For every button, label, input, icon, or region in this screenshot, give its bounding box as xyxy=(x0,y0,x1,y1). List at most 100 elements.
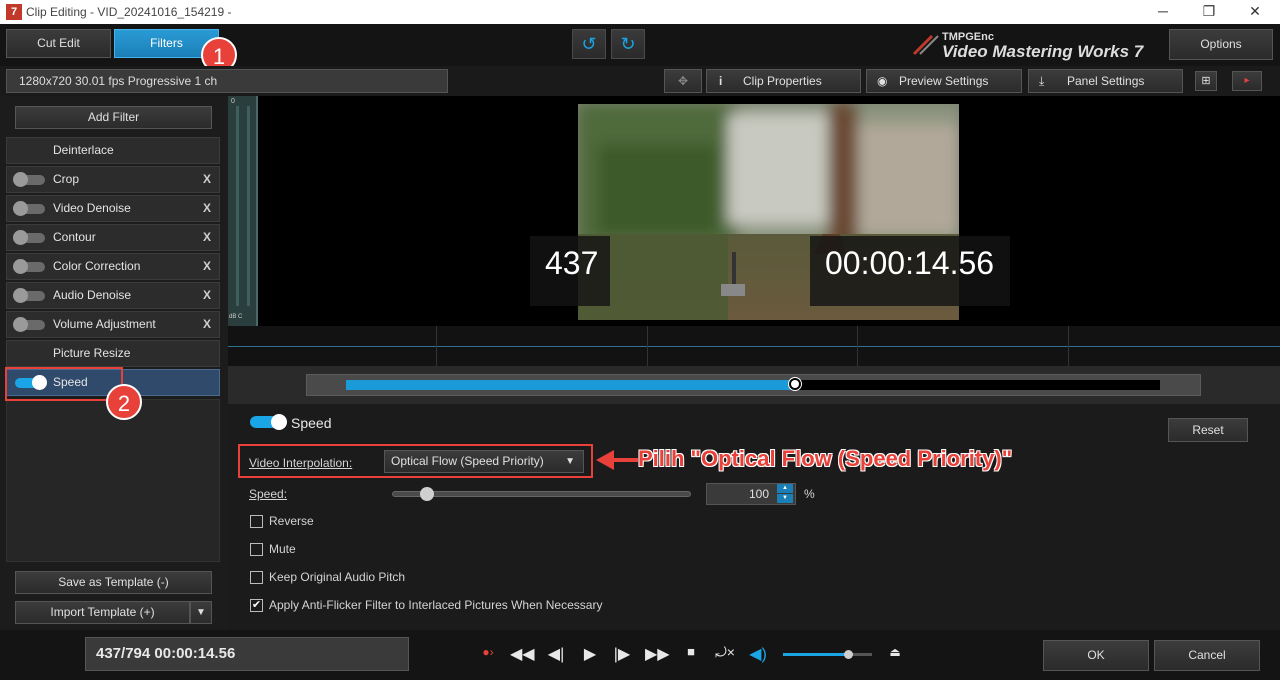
add-filter-button[interactable]: Add Filter xyxy=(15,106,212,129)
filter-toggle[interactable] xyxy=(13,230,45,245)
timeline-divider xyxy=(1068,326,1069,366)
remove-filter-icon[interactable]: X xyxy=(203,225,211,250)
undo-icon[interactable]: ↺ xyxy=(572,29,606,59)
filter-item[interactable]: Volume Adjustment X xyxy=(6,311,220,338)
filter-item-label: Color Correction xyxy=(53,259,141,273)
annotation-text: Pilih "Optical Flow (Speed Priority)" xyxy=(638,446,1013,471)
reset-button[interactable]: Reset xyxy=(1168,418,1248,442)
filter-item[interactable]: Picture Resize xyxy=(6,340,220,367)
next-frame-icon[interactable]: |▶ xyxy=(612,644,632,664)
filter-item[interactable]: Color Correction X xyxy=(6,253,220,280)
remove-filter-icon[interactable]: X xyxy=(203,254,211,279)
filter-toggle[interactable] xyxy=(13,317,45,332)
filter-item-label: Volume Adjustment xyxy=(53,317,156,331)
filter-toggle-knob xyxy=(13,317,28,332)
option-label: Reverse xyxy=(269,514,314,528)
speed-unit: % xyxy=(804,487,815,501)
option-label: Keep Original Audio Pitch xyxy=(269,570,406,584)
timeline[interactable] xyxy=(228,326,1280,366)
interp-select[interactable]: Optical Flow (Speed Priority) ▼ xyxy=(384,450,584,473)
filter-item[interactable]: Audio Denoise X xyxy=(6,282,220,309)
add-panel-icon[interactable]: ⊞ xyxy=(1195,71,1217,91)
cancel-button[interactable]: Cancel xyxy=(1154,640,1260,671)
speed-up-icon[interactable]: ▲ xyxy=(777,484,793,493)
filter-item[interactable]: Crop X xyxy=(6,166,220,193)
eject-icon[interactable]: ⏏ xyxy=(886,645,904,659)
speed-slider-handle[interactable] xyxy=(420,487,435,501)
remove-filter-icon[interactable]: X xyxy=(203,312,211,337)
vu-top-label: 0 xyxy=(231,98,235,105)
filter-toggle[interactable] xyxy=(13,201,45,216)
chevron-down-icon: ▼ xyxy=(565,456,575,467)
option-label: Mute xyxy=(269,542,296,556)
volume-icon[interactable]: ◀) xyxy=(748,644,768,664)
timeline-divider xyxy=(647,326,648,366)
filter-item[interactable]: Deinterlace xyxy=(6,137,220,164)
option-checkbox[interactable]: ✔ xyxy=(250,599,263,612)
remove-filter-icon[interactable]: X xyxy=(203,167,211,192)
timecode-overlay: 00:00:14.56 xyxy=(810,236,1010,306)
stop-icon[interactable]: ■ xyxy=(683,644,699,659)
title-bar: 7 Clip Editing - VID_20241016_154219 - ─… xyxy=(0,0,1280,24)
import-template-button[interactable]: Import Template (+) xyxy=(15,601,190,624)
remove-filter-icon[interactable]: X xyxy=(203,283,211,308)
record-icon[interactable]: ●› xyxy=(478,645,498,659)
option-checkbox[interactable] xyxy=(250,571,263,584)
vu-bar-left xyxy=(236,106,239,306)
interp-label: Video Interpolation: xyxy=(249,456,353,470)
filter-item[interactable]: Video Denoise X xyxy=(6,195,220,222)
logo-icon xyxy=(912,34,939,56)
redo-icon[interactable]: ↻ xyxy=(611,29,645,59)
option-checkbox[interactable] xyxy=(250,515,263,528)
filter-toggle-knob xyxy=(13,259,28,274)
minimize-button[interactable]: ─ xyxy=(1140,0,1186,24)
volume-handle[interactable] xyxy=(843,650,853,659)
panel-settings-button[interactable]: ⤓ Panel Settings xyxy=(1028,69,1183,93)
prev-frame-icon[interactable]: ◀| xyxy=(546,644,566,664)
filter-toggle[interactable] xyxy=(13,288,45,303)
filter-toggle-knob xyxy=(13,288,28,303)
clip-properties-button[interactable]: i Clip Properties xyxy=(706,69,861,93)
save-template-button[interactable]: Save as Template (-) xyxy=(15,571,212,594)
options-button[interactable]: Options xyxy=(1169,29,1273,60)
ok-button[interactable]: OK xyxy=(1043,640,1149,671)
filter-item-label: Audio Denoise xyxy=(53,288,132,302)
annotation-highlight-speed xyxy=(5,367,123,401)
scrubber-handle[interactable] xyxy=(789,378,802,390)
volume-level xyxy=(783,653,848,656)
option-checkbox[interactable] xyxy=(250,543,263,556)
option-label: Apply Anti-Flicker Filter to Interlaced … xyxy=(269,598,603,612)
close-button[interactable]: ✕ xyxy=(1232,0,1278,24)
info-bar: 1280x720 30.01 fps Progressive 1 ch ✥ i … xyxy=(0,66,1280,96)
annotation-badge-2: 2 xyxy=(106,384,142,420)
filter-toggle[interactable] xyxy=(13,172,45,187)
speed-down-icon[interactable]: ▼ xyxy=(777,494,793,503)
maximize-button[interactable]: ❐ xyxy=(1186,0,1232,24)
scrubber-bar[interactable] xyxy=(346,378,1160,390)
import-template-dropdown[interactable]: ▼ xyxy=(190,601,212,624)
speed-toggle-knob xyxy=(271,414,287,430)
volume-slider[interactable] xyxy=(783,650,872,659)
preview-settings-button[interactable]: ◉ Preview Settings xyxy=(866,69,1022,93)
interp-select-value: Optical Flow (Speed Priority) xyxy=(391,454,544,468)
eye-icon: ◉ xyxy=(877,74,888,88)
clip-properties-label: Clip Properties xyxy=(743,74,822,88)
remove-filter-icon[interactable]: X xyxy=(203,196,211,221)
fast-forward-icon[interactable]: ▶▶ xyxy=(645,644,670,664)
move-icon[interactable]: ✥ xyxy=(664,69,702,93)
filter-item[interactable]: Contour X xyxy=(6,224,220,251)
speed-slider[interactable] xyxy=(392,487,691,501)
play-icon[interactable]: ▶ xyxy=(580,644,600,664)
filter-toggle[interactable] xyxy=(13,259,45,274)
app-icon: 7 xyxy=(6,4,22,20)
timeline-track-line xyxy=(228,346,1280,347)
loop-icon[interactable]: ⤾× xyxy=(710,644,740,661)
filter-toggle-knob xyxy=(13,201,28,216)
audio-meter: 0 dB C xyxy=(228,96,258,326)
color-bars-icon[interactable]: ▸ xyxy=(1232,71,1262,91)
rewind-icon[interactable]: ◀◀ xyxy=(510,644,535,664)
speed-toggle[interactable] xyxy=(250,414,287,430)
tab-cut-edit[interactable]: Cut Edit xyxy=(6,29,111,58)
preview-settings-label: Preview Settings xyxy=(899,74,989,88)
speed-properties-panel: Speed Reset Video Interpolation: Optical… xyxy=(228,404,1280,630)
